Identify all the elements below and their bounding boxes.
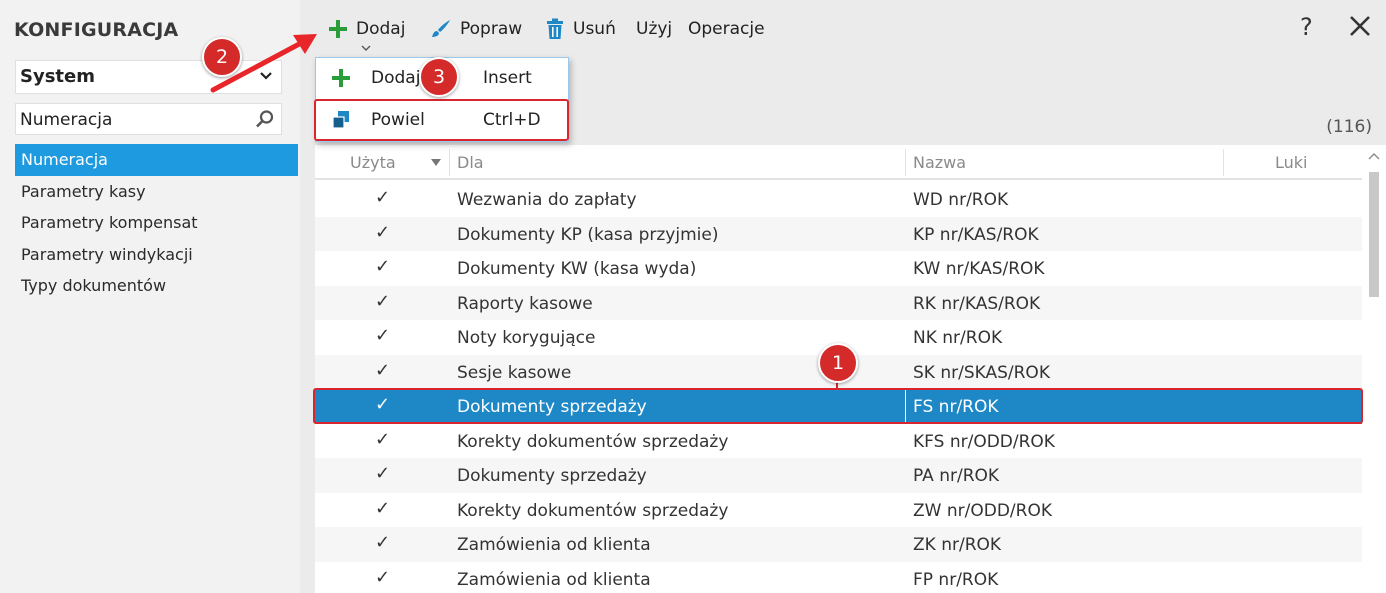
sidebar-item-parametry-windykacji[interactable]: Parametry windykacji [15,239,298,271]
cell-dla: Zamówienia od klienta [457,535,651,555]
cell-nazwa: KFS nr/ODD/ROK [913,431,1055,452]
cell-nazwa: FP nr/ROK [913,569,999,590]
vertical-scrollbar[interactable] [1362,145,1386,593]
menu-item-shortcut: Insert [483,68,532,88]
help-button[interactable]: ? [1300,13,1313,41]
table-row[interactable]: ✓ Raporty kasowe RK nr/KAS/ROK [315,285,1362,320]
app-title: KONFIGURACJA [14,19,179,41]
duplicate-icon [332,111,349,129]
table-row[interactable]: ✓ Zamówienia od klienta FP nr/ROK [315,562,1362,593]
table-row-selected[interactable]: ✓ Dokumenty sprzedaży FS nr/ROK [315,389,1362,424]
add-button[interactable]: Dodaj [328,16,405,42]
sidebar-item-parametry-kompensat[interactable]: Parametry kompensat [15,207,298,239]
delete-button-label: Usuń [573,19,616,39]
column-header-dla[interactable]: Dla [457,145,484,180]
column-header-nazwa[interactable]: Nazwa [913,145,966,180]
cell-nazwa: KW nr/KAS/ROK [913,259,1045,279]
table-body: ✓ Wezwania do zapłaty WD nr/ROK ✓ Dokumenty… [315,182,1362,593]
cell-nazwa: SK nr/SKAS/ROK [913,362,1050,383]
table-row[interactable]: ✓ Zamówienia od klienta ZK nr/ROK [315,527,1362,562]
used-check-icon: ✓ [375,497,391,519]
record-count: (116) [1326,117,1372,137]
module-select-value: System [20,66,95,87]
cell-dla: Zamówienia od klienta [457,569,651,590]
cell-dla: Korekty dokumentów sprzedaży [457,431,729,452]
cell-nazwa: WD nr/ROK [913,190,1009,210]
used-check-icon: ✓ [375,428,391,450]
sidebar-nav: Numeracja Parametry kasy Parametry kompe… [15,144,298,302]
used-check-icon: ✓ [375,290,391,312]
used-check-icon: ✓ [375,359,391,381]
toolbar: Dodaj Popraw Usuń Użyj Operacje ? [300,0,1386,56]
column-separator [449,149,450,176]
used-check-icon: ✓ [375,325,391,346]
brush-icon [432,20,450,37]
trash-icon [547,18,563,39]
sidebar-item-typy-dokumentow[interactable]: Typy dokumentów [15,270,298,302]
sort-down-icon[interactable] [431,159,441,167]
cell-nazwa: ZW nr/ODD/ROK [913,500,1052,521]
callout-badge-3: 3 [419,57,459,97]
add-button-label: Dodaj [356,19,406,39]
cell-nazwa: PA nr/ROK [913,466,1000,486]
edit-button[interactable]: Popraw [430,16,522,42]
menu-item-label: Powiel [371,110,425,130]
menu-item-powiel[interactable]: Powiel Ctrl+D [316,100,568,140]
cell-dla: Noty korygujące [457,328,596,348]
used-check-icon: ✓ [375,532,391,553]
table-row[interactable]: ✓ Dokumenty KW (kasa wyda) KW nr/KAS/ROK [315,251,1362,286]
column-separator [905,389,906,424]
cell-dla: Korekty dokumentów sprzedaży [457,500,729,521]
scrollbar-thumb[interactable] [1369,172,1379,297]
sidebar-item-numeracja[interactable]: Numeracja [15,144,298,176]
sidebar-item-parametry-kasy[interactable]: Parametry kasy [15,176,298,208]
cell-nazwa: RK nr/KAS/ROK [913,293,1041,314]
table-row[interactable]: ✓ Korekty dokumentów sprzedaży ZW nr/ODD/R… [315,493,1362,528]
cell-nazwa: KP nr/KAS/ROK [913,224,1039,245]
column-separator [1223,149,1224,176]
cell-nazwa: NK nr/ROK [913,328,1003,348]
cell-dla: Raporty kasowe [457,293,593,314]
edit-button-label: Popraw [460,19,523,39]
used-check-icon: ✓ [375,566,391,588]
callout-badge-2: 2 [202,37,242,77]
table-row[interactable]: ✓ Dokumenty sprzedaży PA nr/ROK [315,458,1362,493]
callout-badge-1: 1 [818,343,858,383]
cell-nazwa: ZK nr/ROK [913,535,1002,555]
search-box[interactable] [15,103,282,135]
plus-icon [332,69,350,87]
cell-nazwa: FS nr/ROK [913,397,999,417]
used-check-icon: ✓ [375,463,391,484]
used-check-icon: ✓ [375,256,391,277]
operations-button[interactable]: Operacje [688,16,765,42]
table-row[interactable]: ✓ Korekty dokumentów sprzedaży KFS nr/ODD/… [315,424,1362,459]
plus-icon [329,20,347,38]
cell-dla: Dokumenty sprzedaży [457,466,647,486]
table-row[interactable]: ✓ Wezwania do zapłaty WD nr/ROK [315,182,1362,217]
table-header: Użyta Dla Nazwa Luki [315,145,1362,180]
cell-dla: Sesje kasowe [457,362,572,383]
column-header-luki[interactable]: Luki [1275,145,1307,180]
used-check-icon: ✓ [375,394,391,415]
cell-dla: Dokumenty sprzedaży [457,397,647,417]
column-separator [905,149,906,176]
use-button[interactable]: Użyj [636,16,672,42]
chevron-down-icon[interactable] [360,44,372,52]
menu-item-label: Dodaj [371,68,421,88]
cell-dla: Wezwania do zapłaty [457,190,637,210]
used-check-icon: ✓ [375,187,391,208]
table-row[interactable]: ✓ Dokumenty KP (kasa przyjmie) KP nr/KAS/R… [315,216,1362,251]
close-icon[interactable] [1348,14,1372,38]
delete-button[interactable]: Usuń [545,16,616,42]
scroll-up-icon[interactable] [1367,151,1381,161]
menu-item-shortcut: Ctrl+D [483,110,541,130]
cell-dla: Dokumenty KP (kasa przyjmie) [457,224,719,245]
search-input[interactable] [20,108,245,132]
used-check-icon: ✓ [375,221,391,243]
column-header-uzyta[interactable]: Użyta [350,145,396,180]
search-icon[interactable] [255,109,275,129]
cell-dla: Dokumenty KW (kasa wyda) [457,259,697,279]
